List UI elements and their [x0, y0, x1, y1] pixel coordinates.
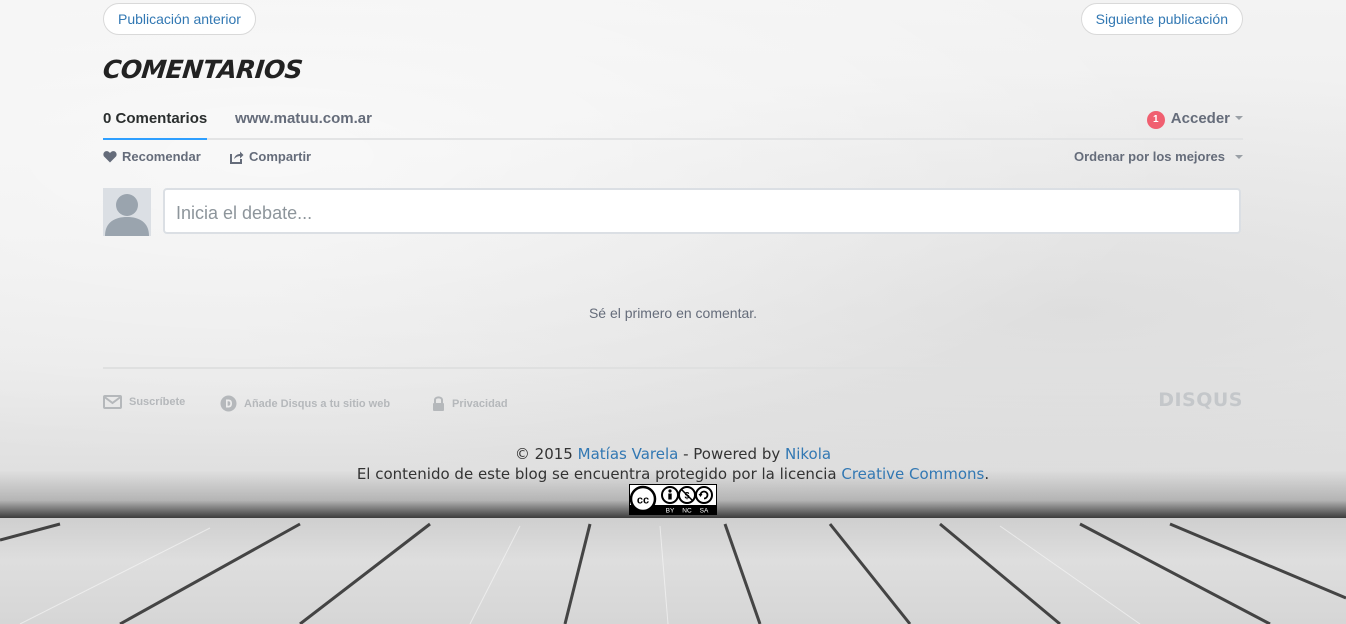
recommend-label: Recomendar [122, 149, 201, 164]
cc-term-sa: SA [700, 508, 709, 515]
next-post-button[interactable]: Siguiente publicación [1080, 3, 1243, 35]
subscribe-label: Suscríbete [129, 396, 186, 408]
disqus-nav: 0 Comentarios www.matuu.com.ar 1 Acceder [103, 104, 1243, 140]
license-line: El contenido de este blog se encuentra p… [0, 464, 1346, 484]
cc-term-nc: NC [682, 508, 692, 515]
disqus-logo[interactable]: DISQUS [1158, 389, 1243, 411]
login-label: Acceder [1170, 110, 1230, 127]
footer-divider [103, 367, 1243, 369]
sort-label: Ordenar por los mejores [1074, 149, 1225, 164]
comment-input[interactable]: Inicia el debate... [163, 188, 1241, 234]
site-footer: © 2015 Matías Varela - Powered by Nikola… [0, 444, 1346, 484]
empty-state-message: Sé el primero en comentar. [588, 305, 758, 321]
subscribe-link[interactable]: Suscríbete [103, 395, 185, 409]
creative-commons-link[interactable]: Creative Commons [841, 465, 984, 483]
add-disqus-link[interactable]: Añade Disqus a tu sitio web [220, 395, 390, 412]
recommend-button[interactable]: Recomendar [103, 149, 201, 164]
wood-floor-background [0, 518, 1346, 624]
mail-icon [103, 395, 122, 409]
share-icon [230, 151, 244, 164]
svg-text:cc: cc [637, 495, 649, 507]
sort-dropdown[interactable]: Ordenar por los mejores [1074, 149, 1243, 164]
license-suffix: . [984, 465, 990, 483]
add-disqus-label: Añade Disqus a tu sitio web [244, 397, 391, 410]
comments-heading: COMENTARIOS [101, 55, 304, 84]
previous-post-button[interactable]: Publicación anterior [103, 3, 256, 35]
login-menu[interactable]: 1 Acceder [1146, 110, 1243, 129]
share-label: Compartir [249, 149, 312, 164]
privacy-label: Privacidad [452, 397, 508, 410]
heart-icon [103, 151, 117, 163]
license-text: El contenido de este blog se encuentra p… [356, 465, 837, 483]
copyright-line: © 2015 Matías Varela - Powered by Nikola [0, 444, 1346, 464]
disqus-footer: Suscríbete Añade Disqus a tu sitio web P… [103, 389, 1243, 413]
privacy-link[interactable]: Privacidad [432, 395, 508, 412]
chevron-down-icon [1235, 116, 1243, 120]
copyright-text: © 2015 [514, 445, 573, 463]
powered-by-text: - Powered by [683, 445, 781, 463]
tab-comments[interactable]: 0 Comentarios [103, 110, 208, 140]
nikola-link[interactable]: Nikola [785, 445, 831, 463]
cc-license-badge[interactable]: cc $ BY NC SA [629, 484, 717, 515]
avatar [103, 188, 151, 236]
thread-actions: Recomendar Compartir Ordenar por los mej… [103, 149, 1243, 169]
cc-term-by: BY [666, 508, 675, 515]
share-button[interactable]: Compartir [230, 149, 311, 164]
disqus-icon [220, 395, 237, 412]
author-link[interactable]: Matías Varela [578, 445, 679, 463]
tab-community[interactable]: www.matuu.com.ar [235, 110, 372, 127]
chevron-down-icon [1235, 154, 1243, 159]
notification-badge: 1 [1146, 111, 1165, 129]
lock-icon [433, 396, 444, 411]
